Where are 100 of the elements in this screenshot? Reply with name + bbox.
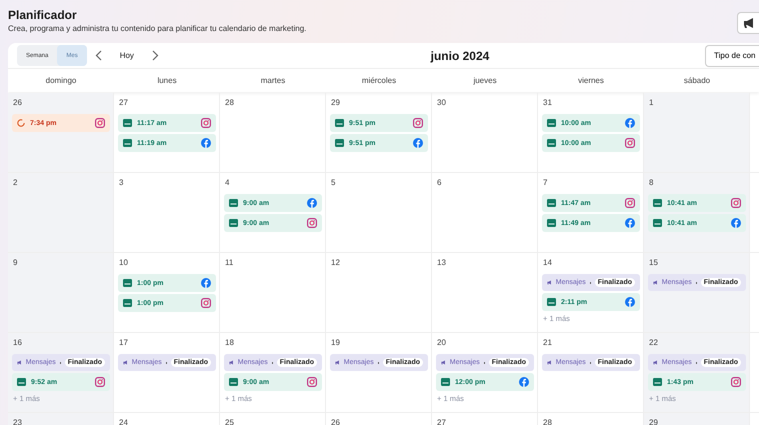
day-number: 3 [118,177,124,189]
day-number: 17 [118,337,129,349]
day-number: 9 [12,257,18,269]
instagram-icon [625,198,635,208]
megaphone-icon [653,279,658,286]
weekday-label: domingo [44,76,78,85]
day-number: 27 [436,417,447,425]
post-icon [229,378,238,386]
megaphone-icon [123,359,128,366]
facebook-icon [731,218,741,228]
day-number: 23 [12,417,23,425]
post-icon [547,298,556,306]
post-icon [547,139,556,147]
day-number: 13 [436,257,447,269]
day-number: 5 [330,177,336,189]
post-icon [123,299,132,307]
day-number: 19 [330,337,341,349]
page-title: Planificador [8,8,78,22]
day-number: 1 [648,97,654,109]
instagram-icon [307,218,317,228]
day-number: 20 [436,337,447,349]
day-number: 4 [224,177,230,189]
month-title: junio 2024 [430,48,490,62]
megaphone-icon [653,359,658,366]
day-number: 6 [436,177,442,189]
today-button[interactable]: Hoy [110,51,144,60]
day-number: 14 [542,257,553,269]
pending-circle-icon [17,119,25,127]
day-number: 30 [436,97,447,109]
weekday-label: lunes [156,76,178,85]
weekday-label: viernes [577,76,605,85]
instagram-icon [201,298,211,308]
day-number: 11 [224,257,234,269]
facebook-icon [307,198,317,208]
facebook-icon [519,377,529,387]
announcement-button[interactable] [737,12,759,34]
day-number: 16 [12,337,23,349]
instagram-icon [95,118,105,128]
post-icon [335,119,344,127]
post-icon [123,139,132,147]
day-number: 26 [330,417,341,425]
post-icon [335,139,344,147]
day-number: 12 [330,257,341,269]
day-number: 25 [224,417,235,425]
post-icon [547,199,556,207]
day-number: 29 [330,97,341,109]
instagram-icon [731,377,741,387]
day-number: 31 [542,97,553,109]
post-icon [547,119,556,127]
day-number: 10 [118,257,129,269]
post-icon [229,199,238,207]
post-icon [653,378,662,386]
post-icon [17,378,26,386]
post-icon [653,219,662,227]
weekday-label: jueves [472,76,498,85]
facebook-icon [201,138,211,148]
day-number: 29 [648,417,659,425]
chevron-right-icon [152,50,159,61]
day-number: 2 [12,177,18,189]
megaphone-icon [742,18,754,28]
instagram-icon [95,377,105,387]
facebook-icon [413,138,423,148]
facebook-icon [625,218,635,228]
weekday-label: martes [260,76,286,85]
weekday-label: miércoles [360,76,398,85]
post-icon [653,199,662,207]
megaphone-icon [547,279,552,286]
post-icon [547,219,556,227]
day-number: 24 [118,417,129,425]
megaphone-icon [335,359,340,366]
day-number: 28 [542,417,553,425]
day-number: 27 [118,97,129,109]
day-number: 8 [648,177,654,189]
post-icon [123,119,132,127]
megaphone-icon [441,359,446,366]
day-number: 26 [12,97,23,109]
content-type-dropdown[interactable]: Tipo de con [705,44,759,66]
day-number: 28 [224,97,235,109]
instagram-icon [625,138,635,148]
facebook-icon [201,278,211,288]
post-icon [229,219,238,227]
chevron-left-icon [94,50,102,61]
instagram-icon [731,198,741,208]
day-number: 18 [224,337,235,349]
day-number: 22 [648,337,659,349]
megaphone-icon [17,359,22,366]
instagram-icon [201,118,211,128]
megaphone-icon [547,359,552,366]
instagram-icon [307,377,317,387]
post-icon [123,279,132,287]
day-number: 15 [648,257,659,269]
facebook-icon [625,118,635,128]
page-subtitle: Crea, programa y administra tu contenido para planificar tu calendario de marketing. [8,24,308,33]
post-icon [441,378,450,386]
facebook-icon [625,297,635,307]
instagram-icon [413,118,423,128]
day-number: 21 [542,337,553,349]
megaphone-icon [229,359,234,366]
day-number: 7 [542,177,548,189]
weekday-label: sábado [682,76,712,85]
